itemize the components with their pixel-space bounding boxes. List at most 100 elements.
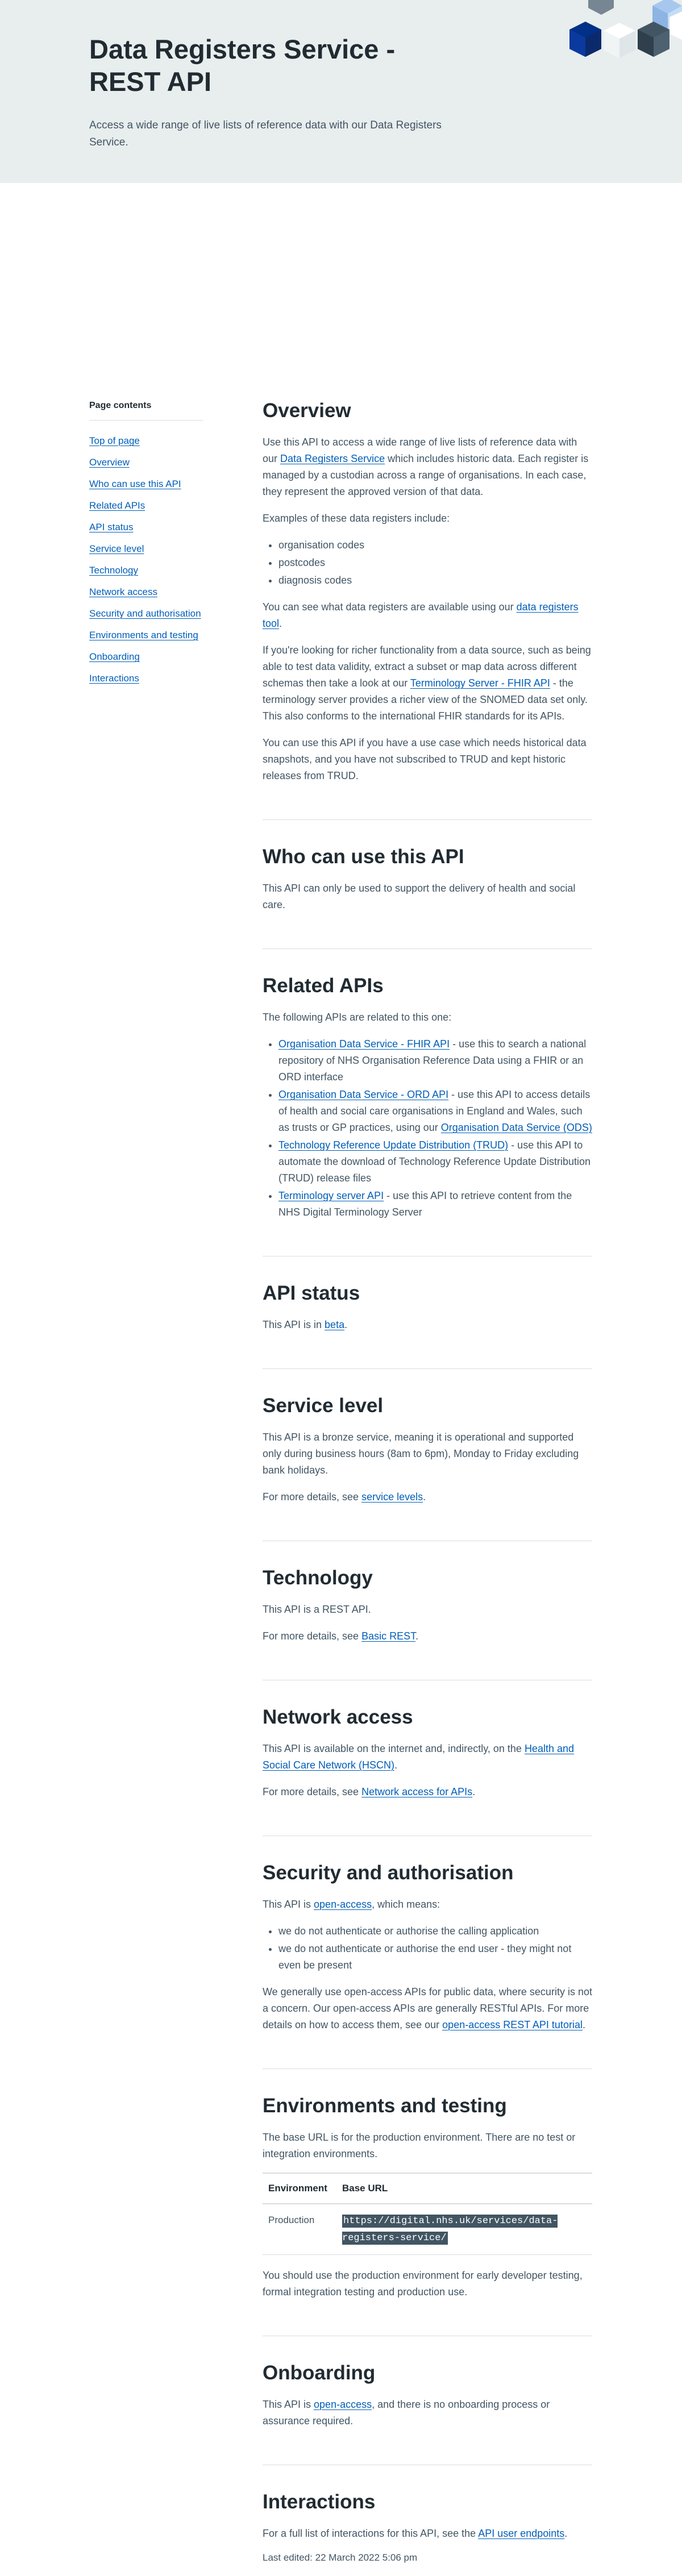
status-heading: API status [263,1282,360,1304]
list-item: diagnosis codes [278,572,592,589]
nav-link-who-can-use[interactable]: Who can use this API [89,478,181,489]
text: . [472,1786,476,1797]
security-paragraph-1: This API is open-access, which means: [263,1896,592,1913]
list-item: we do not authenticate or authorise the … [278,1941,592,1974]
security-heading: Security and authorisation [263,1862,514,1884]
environments-heading: Environments and testing [263,2095,507,2117]
text: This API is in [263,1319,325,1330]
beta-link[interactable]: beta [325,1319,344,1330]
section-network-access: Network access This API is available on … [263,1705,592,1823]
list-item: Organisation Data Service - FHIR API - u… [278,1036,592,1085]
hexagon-cubes-decoration [569,0,682,58]
interactions-paragraph: For a full list of interactions for this… [263,2525,592,2542]
text: For more details, see [263,1630,362,1642]
nav-link-api-status[interactable]: API status [89,522,133,532]
nav-link-overview[interactable]: Overview [89,457,130,468]
overview-paragraph-5: You can use this API if you have a use c… [263,737,587,781]
nav-link-technology[interactable]: Technology [89,565,138,576]
nav-item-status: API status [89,519,203,535]
page-title: Data Registers Service - REST API [89,34,396,97]
service-level-heading: Service level [263,1395,384,1417]
nav-item-overview: Overview [89,455,203,471]
network-heading: Network access [263,1706,413,1728]
nav-link-top-of-page[interactable]: Top of page [89,435,140,446]
related-intro: The following APIs are related to this o… [263,1012,452,1023]
ods-link[interactable]: Organisation Data Service (ODS) [441,1122,592,1133]
technology-heading: Technology [263,1567,373,1589]
technology-paragraph-1: This API is a REST API. [263,1604,371,1615]
onboarding-heading: Onboarding [263,2362,376,2384]
ods-ord-api-link[interactable]: Organisation Data Service - ORD API [278,1089,448,1100]
text: . [394,1759,398,1771]
section-who-can-use: Who can use this API This API can only b… [263,845,592,936]
column-header-base-url: Base URL [336,2173,592,2204]
security-paragraph-2: We generally use open-access APIs for pu… [263,1984,592,2033]
table-header-row: Environment Base URL [263,2173,592,2204]
api-user-endpoints-link[interactable]: API user endpoints [478,2528,564,2539]
service-level-paragraph-2: For more details, see service levels. [263,1489,592,1505]
page-contents-list: Top of page Overview Who can use this AP… [89,433,203,686]
section-security: Security and authorisation This API is o… [263,1861,592,2056]
text: For more details, see [263,1491,362,1503]
service-levels-link[interactable]: service levels [361,1491,423,1503]
nav-link-network-access[interactable]: Network access [89,586,157,597]
environment-cell: Production [263,2204,336,2255]
nav-link-service-level[interactable]: Service level [89,543,144,554]
terminology-server-fhir-link[interactable]: Terminology Server - FHIR API [410,677,550,689]
status-paragraph: This API is in beta. [263,1317,592,1333]
text: For more details, see [263,1786,362,1797]
overview-paragraph-3: You can see what data registers are avai… [263,599,592,632]
column-header-environment: Environment [263,2173,336,2204]
section-technology: Technology This API is a REST API. For m… [263,1566,592,1667]
network-paragraph-1: This API is available on the internet an… [263,1741,592,1774]
open-access-rest-api-tutorial-link[interactable]: open-access REST API tutorial [442,2019,583,2030]
overview-heading: Overview [263,399,351,422]
nav-link-onboarding[interactable]: Onboarding [89,651,140,662]
text: This API is [263,2399,314,2410]
text: You can see what data registers are avai… [263,601,517,613]
data-registers-service-link[interactable]: Data Registers Service [280,453,385,464]
list-item: we do not authenticate or authorise the … [278,1923,592,1940]
who-paragraph: This API can only be used to support the… [263,883,576,910]
nav-item-technology: Technology [89,563,203,579]
nav-link-related-apis[interactable]: Related APIs [89,500,145,511]
section-service-level: Service level This API is a bronze servi… [263,1394,592,1528]
nav-item-top: Top of page [89,433,203,449]
nav-item-network: Network access [89,584,203,600]
section-api-status: API status This API is in beta. [263,1281,592,1356]
page-contents-nav: Page contents Top of page Overview Who c… [89,401,203,692]
network-access-for-apis-link[interactable]: Network access for APIs [361,1786,472,1797]
table-row: Production https://digital.nhs.uk/servic… [263,2204,592,2255]
list-item: Terminology server API - use this API to… [278,1188,592,1221]
text: For a full list of interactions for this… [263,2528,479,2539]
base-url-code: https://digital.nhs.uk/services/data-reg… [342,2215,558,2245]
ods-fhir-api-link[interactable]: Organisation Data Service - FHIR API [278,1038,450,1050]
nav-link-environments[interactable]: Environments and testing [89,630,198,640]
who-heading: Who can use this API [263,846,464,868]
onboarding-paragraph: This API is open-access, and there is no… [263,2396,592,2429]
text: This API is [263,1899,314,1910]
last-edited: Last edited: 22 March 2022 5:06 pm [263,2552,418,2563]
terminology-server-api-link[interactable]: Terminology server API [278,1190,384,1201]
list-item: organisation codes [278,537,592,554]
nav-link-interactions[interactable]: Interactions [89,673,139,684]
trud-api-link[interactable]: Technology Reference Update Distribution… [278,1139,508,1151]
section-onboarding: Onboarding This API is open-access, and … [263,2361,592,2452]
base-url-cell: https://digital.nhs.uk/services/data-reg… [336,2204,592,2255]
nav-item-service-level: Service level [89,541,203,557]
nav-link-security[interactable]: Security and authorisation [89,608,201,619]
onboarding-open-access-link[interactable]: open-access [314,2399,372,2410]
text: . [564,2528,568,2539]
basic-rest-link[interactable]: Basic REST [361,1630,415,1642]
related-apis-list: Organisation Data Service - FHIR API - u… [263,1036,592,1221]
page-hero: Data Registers Service - REST API Access… [0,0,682,183]
nav-item-security: Security and authorisation [89,606,203,622]
list-item: Technology Reference Update Distribution… [278,1137,592,1187]
overview-paragraph-1: Use this API to access a wide range of l… [263,434,592,500]
nav-item-related: Related APIs [89,498,203,514]
text: , which means: [372,1899,440,1910]
nav-item-onboarding: Onboarding [89,649,203,665]
open-access-link[interactable]: open-access [314,1899,372,1910]
section-related-apis: Related APIs The following APIs are rela… [263,974,592,1243]
service-level-paragraph-1: This API is a bronze service, meaning it… [263,1431,579,1476]
